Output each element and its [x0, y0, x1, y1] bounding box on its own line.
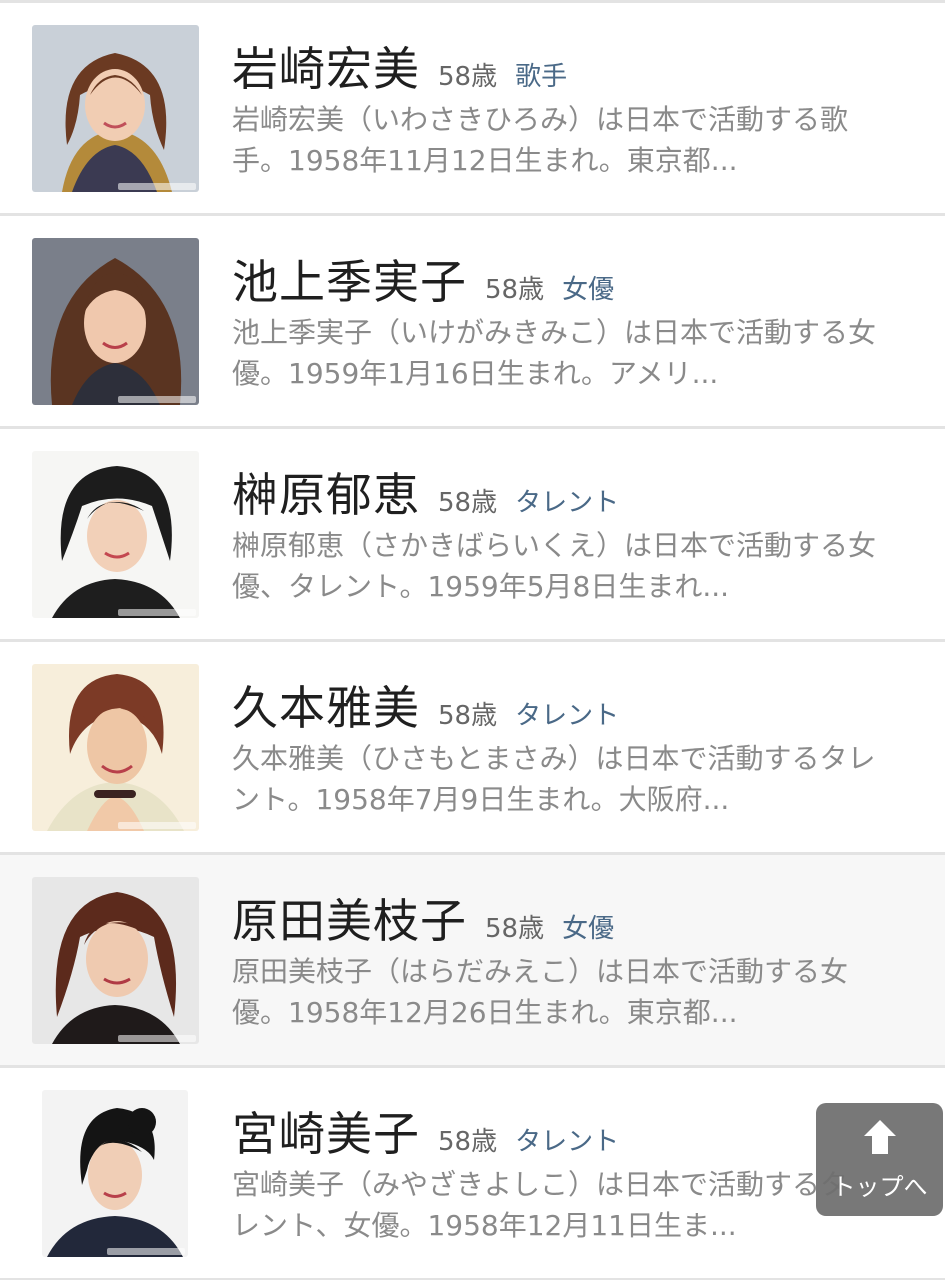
description-line: 榊原郁恵（さかきばらいくえ）は日本で活動する女: [232, 529, 877, 562]
profile-photo[interactable]: [32, 664, 199, 831]
watermark: [118, 183, 196, 190]
list-item[interactable]: 原田美枝子 58歳 女優 原田美枝子（はらだみえこ）は日本で活動する女 優。19…: [0, 855, 945, 1068]
person-name[interactable]: 榊原郁恵: [232, 459, 420, 525]
item-header: 池上季実子 58歳 女優: [232, 246, 614, 312]
description-line: 手。1958年11月12日生まれ。東京都...: [232, 144, 738, 177]
item-header: 原田美枝子 58歳 女優: [232, 885, 614, 951]
person-category: タレント: [515, 488, 620, 518]
description-line: 優。1959年1月16日生まれ。アメリ...: [232, 357, 719, 390]
arrow-up-icon: [864, 1120, 896, 1154]
description-line: 原田美枝子（はらだみえこ）は日本で活動する女: [232, 955, 849, 988]
profile-photo[interactable]: [32, 451, 199, 618]
back-to-top-button[interactable]: トップへ: [816, 1103, 943, 1216]
person-name[interactable]: 久本雅美: [232, 672, 420, 738]
description-line: 優、タレント。1959年5月8日生まれ...: [232, 570, 730, 603]
person-description: 岩崎宏美（いわさきひろみ）は日本で活動する歌 手。1958年11月12日生まれ。…: [232, 99, 922, 181]
item-header: 宮崎美子 58歳 タレント: [232, 1098, 619, 1164]
description-line: ント。1958年7月9日生まれ。大阪府...: [232, 783, 730, 816]
person-category: タレント: [515, 701, 620, 731]
person-age: 58歳: [485, 275, 545, 305]
watermark: [118, 822, 196, 829]
back-to-top-label: トップへ: [831, 1173, 928, 1201]
list-item[interactable]: 久本雅美 58歳 タレント 久本雅美（ひさもとまさみ）は日本で活動するタレ ント…: [0, 642, 945, 855]
person-age: 58歳: [485, 914, 545, 944]
person-name[interactable]: 岩崎宏美: [232, 33, 420, 99]
profile-photo[interactable]: [32, 238, 199, 405]
person-category: 歌手: [515, 62, 568, 92]
person-description: 原田美枝子（はらだみえこ）は日本で活動する女 優。1958年12月26日生まれ。…: [232, 951, 922, 1033]
list-item[interactable]: 宮崎美子 58歳 タレント 宮崎美子（みやざきよしこ）は日本で活動するタ レント…: [0, 1068, 945, 1280]
profile-photo[interactable]: [32, 877, 199, 1044]
list-item[interactable]: 岩崎宏美 58歳 歌手 岩崎宏美（いわさきひろみ）は日本で活動する歌 手。195…: [0, 3, 945, 216]
list-item[interactable]: 榊原郁恵 58歳 タレント 榊原郁恵（さかきばらいくえ）は日本で活動する女 優、…: [0, 429, 945, 642]
item-header: 榊原郁恵 58歳 タレント: [232, 459, 619, 525]
person-description: 榊原郁恵（さかきばらいくえ）は日本で活動する女 優、タレント。1959年5月8日…: [232, 525, 922, 607]
person-name[interactable]: 原田美枝子: [232, 885, 467, 951]
watermark: [107, 1248, 185, 1255]
person-age: 58歳: [438, 701, 498, 731]
description-line: 岩崎宏美（いわさきひろみ）は日本で活動する歌: [232, 103, 849, 136]
watermark: [118, 609, 196, 616]
description-line: 池上季実子（いけがみきみこ）は日本で活動する女: [232, 316, 877, 349]
person-category: 女優: [562, 275, 615, 305]
person-category: タレント: [515, 1127, 620, 1157]
profile-photo[interactable]: [32, 25, 199, 192]
person-age: 58歳: [438, 488, 498, 518]
description-line: 優。1958年12月26日生まれ。東京都...: [232, 996, 738, 1029]
list-item[interactable]: 池上季実子 58歳 女優 池上季実子（いけがみきみこ）は日本で活動する女 優。1…: [0, 216, 945, 429]
person-name[interactable]: 宮崎美子: [232, 1098, 420, 1164]
item-header: 久本雅美 58歳 タレント: [232, 672, 619, 738]
talent-list: 岩崎宏美 58歳 歌手 岩崎宏美（いわさきひろみ）は日本で活動する歌 手。195…: [0, 0, 945, 1280]
watermark: [118, 1035, 196, 1042]
item-header: 岩崎宏美 58歳 歌手: [232, 33, 567, 99]
person-category: 女優: [562, 914, 615, 944]
watermark: [118, 396, 196, 403]
person-description: 久本雅美（ひさもとまさみ）は日本で活動するタレ ント。1958年7月9日生まれ。…: [232, 738, 922, 820]
person-description: 池上季実子（いけがみきみこ）は日本で活動する女 優。1959年1月16日生まれ。…: [232, 312, 922, 394]
person-age: 58歳: [438, 62, 498, 92]
person-name[interactable]: 池上季実子: [232, 246, 467, 312]
description-line: 久本雅美（ひさもとまさみ）は日本で活動するタレ: [232, 742, 876, 775]
person-age: 58歳: [438, 1127, 498, 1157]
profile-photo[interactable]: [42, 1090, 188, 1257]
